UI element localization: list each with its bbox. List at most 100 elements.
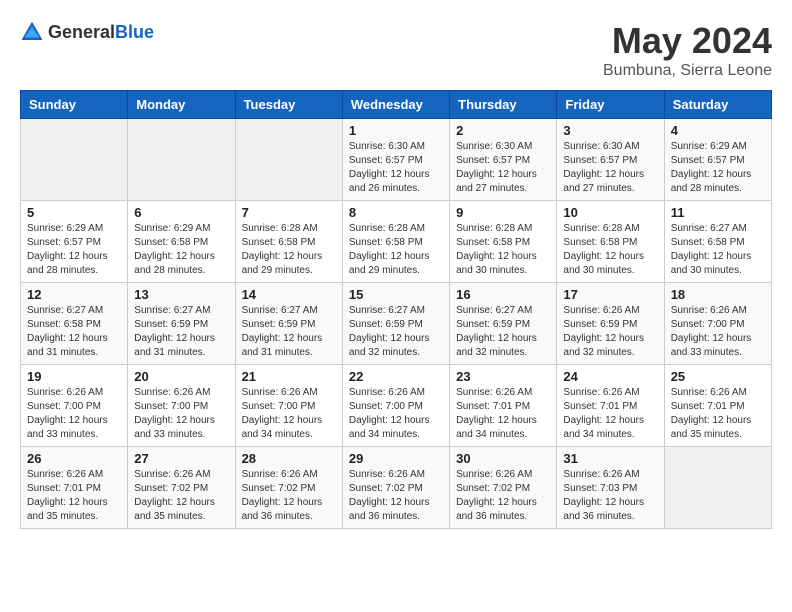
logo-blue: Blue [115,22,154,42]
calendar-cell: 5Sunrise: 6:29 AMSunset: 6:57 PMDaylight… [21,201,128,283]
calendar-cell: 15 Sunrise: 6:27 AMSunset: 6:59 PMDayligh… [342,283,449,365]
day-number: 2 [456,123,550,138]
calendar-cell: 27Sunrise: 6:26 AMSunset: 7:02 PMDayligh… [128,447,235,529]
day-info: Sunrise: 6:30 AMSunset: 6:57 PMDaylight:… [563,140,657,196]
day-number: 18 [671,287,765,302]
calendar-cell: 28 Sunrise: 6:26 AMSunset: 7:02 PMDayligh… [235,447,342,529]
day-info: Sunrise: 6:29 AMSunset: 6:58 PMDaylight:… [134,222,228,278]
calendar-cell: 3 Sunrise: 6:30 AMSunset: 6:57 PMDaylight… [557,119,664,201]
page-header: GeneralBlue May 2024 Bumbuna, Sierra Leo… [20,20,772,80]
calendar-cell [21,119,128,201]
week-row-2: 5Sunrise: 6:29 AMSunset: 6:57 PMDaylight… [21,201,772,283]
day-number: 30 [456,451,550,466]
day-number: 5 [27,205,121,220]
day-info: Sunrise: 6:28 AMSunset: 6:58 PMDaylight:… [242,222,336,278]
title-area: May 2024 Bumbuna, Sierra Leone [603,20,772,80]
calendar-cell [664,447,771,529]
day-info: Sunrise: 6:26 AMSunset: 7:02 PMDaylight:… [134,468,228,524]
logo-general: General [48,22,115,42]
day-number: 28 [242,451,336,466]
day-info: Sunrise: 6:30 AMSunset: 6:57 PMDaylight:… [349,140,443,196]
weekday-row: SundayMondayTuesdayWednesdayThursdayFrid… [21,91,772,119]
day-number: 16 [456,287,550,302]
day-number: 20 [134,369,228,384]
calendar-cell: 10 Sunrise: 6:28 AMSunset: 6:58 PMDayligh… [557,201,664,283]
day-info: Sunrise: 6:28 AMSunset: 6:58 PMDaylight:… [456,222,550,278]
day-info: Sunrise: 6:26 AMSunset: 7:02 PMDaylight:… [242,468,336,524]
week-row-5: 26 Sunrise: 6:26 AMSunset: 7:01 PMDayligh… [21,447,772,529]
calendar-cell: 17 Sunrise: 6:26 AMSunset: 6:59 PMDayligh… [557,283,664,365]
logo-icon [20,20,44,44]
day-number: 14 [242,287,336,302]
calendar-cell: 8Sunrise: 6:28 AMSunset: 6:58 PMDaylight… [342,201,449,283]
calendar-cell: 21 Sunrise: 6:26 AMSunset: 7:00 PMDayligh… [235,365,342,447]
calendar-cell: 4 Sunrise: 6:29 AMSunset: 6:57 PMDaylight… [664,119,771,201]
day-info: Sunrise: 6:26 AMSunset: 6:59 PMDaylight:… [563,304,657,360]
day-number: 10 [563,205,657,220]
calendar-cell: 26 Sunrise: 6:26 AMSunset: 7:01 PMDayligh… [21,447,128,529]
calendar-cell: 9Sunrise: 6:28 AMSunset: 6:58 PMDaylight… [450,201,557,283]
weekday-wednesday: Wednesday [342,91,449,119]
calendar-cell: 31 Sunrise: 6:26 AMSunset: 7:03 PMDayligh… [557,447,664,529]
calendar-cell: 18Sunrise: 6:26 AMSunset: 7:00 PMDayligh… [664,283,771,365]
day-info: Sunrise: 6:26 AMSunset: 7:00 PMDaylight:… [134,386,228,442]
day-number: 22 [349,369,443,384]
day-info: Sunrise: 6:26 AMSunset: 7:03 PMDaylight:… [563,468,657,524]
day-info: Sunrise: 6:26 AMSunset: 7:02 PMDaylight:… [349,468,443,524]
calendar-cell: 23Sunrise: 6:26 AMSunset: 7:01 PMDayligh… [450,365,557,447]
day-number: 31 [563,451,657,466]
day-info: Sunrise: 6:29 AMSunset: 6:57 PMDaylight:… [671,140,765,196]
day-info: Sunrise: 6:27 AMSunset: 6:59 PMDaylight:… [349,304,443,360]
day-number: 4 [671,123,765,138]
weekday-sunday: Sunday [21,91,128,119]
day-number: 3 [563,123,657,138]
main-title: May 2024 [603,20,772,62]
day-info: Sunrise: 6:30 AMSunset: 6:57 PMDaylight:… [456,140,550,196]
day-info: Sunrise: 6:26 AMSunset: 7:00 PMDaylight:… [349,386,443,442]
calendar-cell: 7 Sunrise: 6:28 AMSunset: 6:58 PMDaylight… [235,201,342,283]
weekday-monday: Monday [128,91,235,119]
day-number: 24 [563,369,657,384]
week-row-1: 1 Sunrise: 6:30 AMSunset: 6:57 PMDaylight… [21,119,772,201]
calendar-cell: 29 Sunrise: 6:26 AMSunset: 7:02 PMDayligh… [342,447,449,529]
calendar-cell: 16 Sunrise: 6:27 AMSunset: 6:59 PMDayligh… [450,283,557,365]
calendar-cell: 2 Sunrise: 6:30 AMSunset: 6:57 PMDaylight… [450,119,557,201]
day-number: 11 [671,205,765,220]
calendar-cell: 11 Sunrise: 6:27 AMSunset: 6:58 PMDayligh… [664,201,771,283]
day-number: 17 [563,287,657,302]
day-number: 6 [134,205,228,220]
calendar-cell: 30Sunrise: 6:26 AMSunset: 7:02 PMDayligh… [450,447,557,529]
calendar-cell: 25Sunrise: 6:26 AMSunset: 7:01 PMDayligh… [664,365,771,447]
day-info: Sunrise: 6:27 AMSunset: 6:58 PMDaylight:… [27,304,121,360]
day-number: 23 [456,369,550,384]
logo: GeneralBlue [20,20,154,44]
day-info: Sunrise: 6:27 AMSunset: 6:59 PMDaylight:… [134,304,228,360]
calendar-body: 1 Sunrise: 6:30 AMSunset: 6:57 PMDaylight… [21,119,772,529]
day-info: Sunrise: 6:26 AMSunset: 7:01 PMDaylight:… [563,386,657,442]
day-number: 21 [242,369,336,384]
day-info: Sunrise: 6:27 AMSunset: 6:58 PMDaylight:… [671,222,765,278]
day-number: 8 [349,205,443,220]
day-number: 1 [349,123,443,138]
calendar-cell: 1 Sunrise: 6:30 AMSunset: 6:57 PMDaylight… [342,119,449,201]
calendar-cell: 12Sunrise: 6:27 AMSunset: 6:58 PMDayligh… [21,283,128,365]
calendar-cell: 24 Sunrise: 6:26 AMSunset: 7:01 PMDayligh… [557,365,664,447]
calendar-cell: 20 Sunrise: 6:26 AMSunset: 7:00 PMDayligh… [128,365,235,447]
day-info: Sunrise: 6:26 AMSunset: 7:00 PMDaylight:… [242,386,336,442]
day-number: 29 [349,451,443,466]
day-info: Sunrise: 6:26 AMSunset: 7:01 PMDaylight:… [27,468,121,524]
day-info: Sunrise: 6:26 AMSunset: 7:01 PMDaylight:… [671,386,765,442]
logo-text: GeneralBlue [48,22,154,43]
day-number: 7 [242,205,336,220]
week-row-4: 19Sunrise: 6:26 AMSunset: 7:00 PMDayligh… [21,365,772,447]
day-info: Sunrise: 6:28 AMSunset: 6:58 PMDaylight:… [563,222,657,278]
week-row-3: 12Sunrise: 6:27 AMSunset: 6:58 PMDayligh… [21,283,772,365]
day-number: 13 [134,287,228,302]
day-info: Sunrise: 6:27 AMSunset: 6:59 PMDaylight:… [242,304,336,360]
day-number: 15 [349,287,443,302]
subtitle: Bumbuna, Sierra Leone [603,62,772,80]
calendar-table: SundayMondayTuesdayWednesdayThursdayFrid… [20,90,772,529]
day-info: Sunrise: 6:27 AMSunset: 6:59 PMDaylight:… [456,304,550,360]
day-number: 26 [27,451,121,466]
calendar-cell [235,119,342,201]
